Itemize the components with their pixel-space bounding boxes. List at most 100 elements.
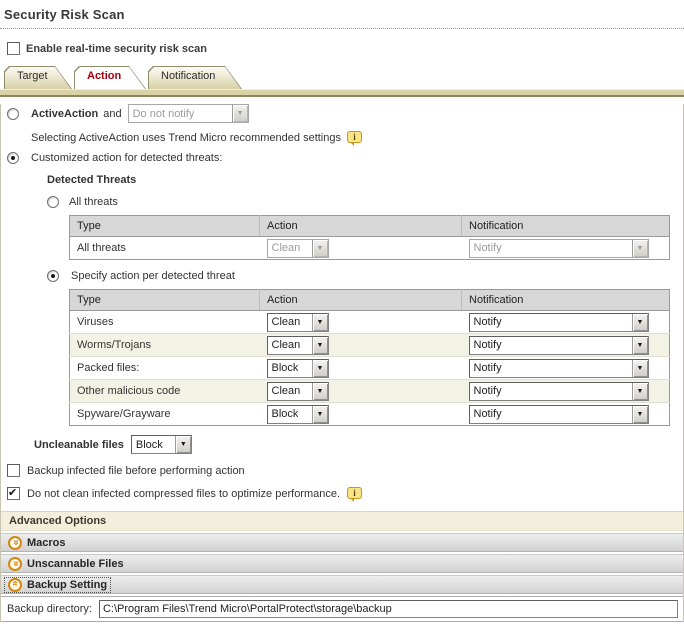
dropdown-arrow-icon[interactable]: ▼ <box>632 240 648 257</box>
viruses-action-dropdown[interactable]: Clean ▼ <box>267 313 329 332</box>
tab-action[interactable]: Action <box>74 66 146 89</box>
threat-type-cell: All threats <box>70 237 260 260</box>
table-header-row: Type Action Notification <box>70 290 670 311</box>
worms-notification-dropdown[interactable]: Notify ▼ <box>469 336 649 355</box>
expand-chevron-icon[interactable]: » <box>8 557 22 571</box>
dropdown-value: Clean <box>268 316 301 328</box>
dropdown-arrow-icon[interactable]: ▼ <box>175 436 191 453</box>
info-icon[interactable]: i <box>347 487 362 499</box>
backup-directory-input[interactable] <box>99 600 678 618</box>
dropdown-value: Notify <box>470 242 502 254</box>
customized-action-label: Customized action for detected threats: <box>31 152 222 164</box>
dropdown-value: Notify <box>470 408 502 420</box>
table-row: All threats Clean ▼ Notify ▼ <box>70 237 670 260</box>
tab-notification[interactable]: Notification <box>148 66 242 89</box>
tab-target[interactable]: Target <box>4 66 72 89</box>
dropdown-arrow-icon[interactable]: ▼ <box>312 360 328 377</box>
dropdown-arrow-icon[interactable]: ▼ <box>312 406 328 423</box>
dropdown-arrow-icon[interactable]: ▼ <box>632 406 648 423</box>
threat-type-cell: Packed files: <box>70 357 260 380</box>
dropdown-arrow-icon[interactable]: ▼ <box>632 360 648 377</box>
section-macros[interactable]: » Macros <box>1 533 683 552</box>
section-macros-label: Macros <box>27 537 66 549</box>
all-threats-notification-dropdown[interactable]: Notify ▼ <box>469 239 649 258</box>
section-unscannable-inner: » Unscannable Files <box>5 557 127 571</box>
activeaction-notify-dropdown[interactable]: Do not notify ▼ <box>128 104 249 123</box>
enable-realtime-label: Enable real-time security risk scan <box>26 43 207 55</box>
col-header-notification: Notification <box>462 290 670 311</box>
dropdown-arrow-icon[interactable]: ▼ <box>312 314 328 331</box>
dropdown-arrow-icon[interactable]: ▼ <box>632 337 648 354</box>
dropdown-arrow-icon[interactable]: ▼ <box>632 383 648 400</box>
dropdown-value: Do not notify <box>129 108 195 120</box>
dropdown-value: Block <box>268 362 299 374</box>
threat-actions-table: Type Action Notification Viruses Clean ▼… <box>69 289 670 426</box>
activeaction-label: ActiveAction <box>31 108 98 120</box>
collapse-chevron-icon[interactable]: » <box>8 578 22 592</box>
table-row-packed-files: Packed files: Block ▼ Notify ▼ <box>70 357 670 380</box>
customized-action-row: Customized action for detected threats: <box>7 152 683 164</box>
activeaction-radio[interactable] <box>7 108 19 120</box>
dropdown-value: Block <box>268 408 299 420</box>
activeaction-row: ActiveAction and Do not notify ▼ <box>7 104 683 123</box>
uncleanable-files-dropdown[interactable]: Block ▼ <box>131 435 192 454</box>
threat-type-cell: Viruses <box>70 311 260 334</box>
tab-target-label: Target <box>4 66 72 82</box>
spyware-notification-dropdown[interactable]: Notify ▼ <box>469 405 649 424</box>
dropdown-arrow-icon[interactable]: ▼ <box>312 383 328 400</box>
dropdown-value: Notify <box>470 316 502 328</box>
col-header-notification: Notification <box>462 216 670 237</box>
threat-type-cell: Other malicious code <box>70 380 260 403</box>
all-threats-row: All threats <box>47 196 683 208</box>
section-unscannable-label: Unscannable Files <box>27 558 124 570</box>
do-not-clean-checkbox[interactable] <box>7 487 20 500</box>
col-header-type: Type <box>70 216 260 237</box>
dropdown-arrow-icon[interactable]: ▼ <box>632 314 648 331</box>
col-header-action: Action <box>260 290 462 311</box>
table-row-worms-trojans: Worms/Trojans Clean ▼ Notify ▼ <box>70 334 670 357</box>
dropdown-value: Clean <box>268 385 301 397</box>
packed-files-notification-dropdown[interactable]: Notify ▼ <box>469 359 649 378</box>
col-header-type: Type <box>70 290 260 311</box>
spyware-action-dropdown[interactable]: Block ▼ <box>267 405 329 424</box>
advanced-options-header: Advanced Options <box>1 511 683 531</box>
page-title: Security Risk Scan <box>4 7 680 22</box>
section-backup-inner: » Backup Setting <box>5 578 110 592</box>
all-threats-action-dropdown[interactable]: Clean ▼ <box>267 239 329 258</box>
backup-infected-checkbox[interactable] <box>7 464 20 477</box>
other-malicious-action-dropdown[interactable]: Clean ▼ <box>267 382 329 401</box>
dropdown-value: Notify <box>470 339 502 351</box>
dropdown-arrow-icon[interactable]: ▼ <box>312 240 328 257</box>
dropdown-value: Block <box>132 439 163 451</box>
threat-type-cell: Worms/Trojans <box>70 334 260 357</box>
viruses-notification-dropdown[interactable]: Notify ▼ <box>469 313 649 332</box>
info-icon[interactable]: i <box>347 131 362 143</box>
dropdown-arrow-icon[interactable]: ▼ <box>232 105 248 122</box>
tab-strip: Target Action Notification <box>4 66 684 89</box>
specify-action-radio[interactable] <box>47 270 59 282</box>
tab-underline-bar <box>0 89 684 97</box>
table-row-spyware-grayware: Spyware/Grayware Block ▼ Notify ▼ <box>70 403 670 426</box>
customized-action-radio[interactable] <box>7 152 19 164</box>
packed-files-action-dropdown[interactable]: Block ▼ <box>267 359 329 378</box>
all-threats-radio[interactable] <box>47 196 59 208</box>
expand-chevron-icon[interactable]: » <box>8 536 22 550</box>
table-row-viruses: Viruses Clean ▼ Notify ▼ <box>70 311 670 334</box>
threat-type-cell: Spyware/Grayware <box>70 403 260 426</box>
enable-realtime-checkbox[interactable] <box>7 42 20 55</box>
enable-realtime-row: Enable real-time security risk scan <box>7 42 684 55</box>
other-malicious-notification-dropdown[interactable]: Notify ▼ <box>469 382 649 401</box>
tab-notification-label: Notification <box>148 66 242 82</box>
dropdown-value: Clean <box>268 242 301 254</box>
section-backup-label: Backup Setting <box>27 579 107 591</box>
section-unscannable-files[interactable]: » Unscannable Files <box>1 554 683 573</box>
uncleanable-files-label: Uncleanable files <box>34 439 124 451</box>
dropdown-arrow-icon[interactable]: ▼ <box>312 337 328 354</box>
dropdown-value: Clean <box>268 339 301 351</box>
do-not-clean-label: Do not clean infected compressed files t… <box>27 488 340 500</box>
backup-directory-row: Backup directory: <box>1 596 683 622</box>
dropdown-value: Notify <box>470 362 502 374</box>
worms-action-dropdown[interactable]: Clean ▼ <box>267 336 329 355</box>
and-text: and <box>103 108 121 120</box>
section-backup-setting[interactable]: » Backup Setting <box>1 575 683 594</box>
